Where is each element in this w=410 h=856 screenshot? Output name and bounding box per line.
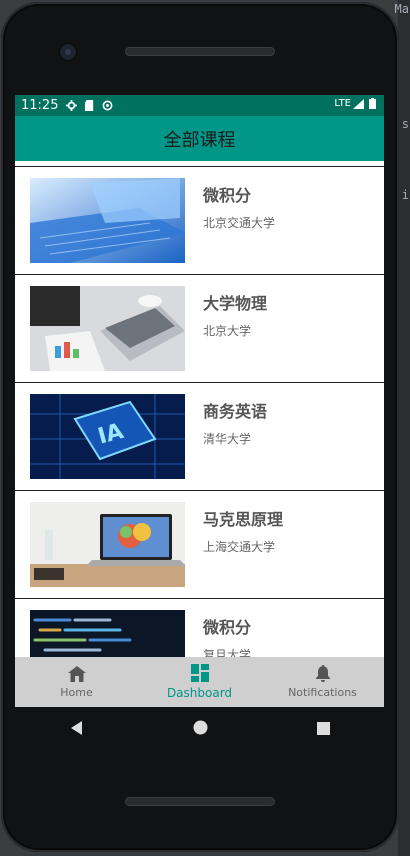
course-school: 上海交通大学 bbox=[203, 540, 276, 554]
bell-icon bbox=[315, 665, 330, 682]
bottom-navigation: Home Dashboard Notifications bbox=[15, 657, 384, 707]
course-school: 北京大学 bbox=[203, 324, 252, 338]
course-title: 微积分 bbox=[203, 618, 252, 637]
course-title: 微积分 bbox=[203, 186, 252, 205]
course-list[interactable]: 微积分 北京交通大学 大学物理 北京大学 IA 商务英语 清华大学 马克思原理 … bbox=[15, 161, 384, 657]
course-item[interactable]: 微积分 北京交通大学 bbox=[15, 166, 384, 274]
bottom-speaker bbox=[125, 797, 275, 806]
nav-home-label: Home bbox=[60, 685, 93, 699]
course-title: 马克思原理 bbox=[203, 510, 284, 529]
ide-fragment: s bbox=[401, 117, 409, 131]
course-school: 清华大学 bbox=[203, 432, 252, 446]
nav-notifications[interactable]: Notifications bbox=[261, 657, 384, 707]
recents-square-icon bbox=[316, 722, 330, 735]
status-time: 11:25 bbox=[21, 98, 59, 113]
course-item[interactable]: 微积分 复旦大学 bbox=[15, 598, 384, 657]
top-speaker bbox=[125, 47, 275, 56]
ide-fragment: Ma bbox=[394, 2, 409, 16]
front-camera bbox=[60, 44, 76, 60]
back-triangle-icon bbox=[70, 721, 82, 735]
ide-background: Ma s i bbox=[394, 0, 410, 856]
meeting-laptop-image bbox=[30, 286, 185, 371]
back-button[interactable] bbox=[70, 720, 84, 739]
course-school: 北京交通大学 bbox=[203, 216, 276, 230]
recents-button[interactable] bbox=[316, 720, 330, 739]
nav-notifications-label: Notifications bbox=[288, 686, 357, 699]
ai-chip-image: IA bbox=[30, 394, 185, 479]
desk-laptop-image bbox=[30, 502, 185, 587]
signal-icon bbox=[353, 98, 364, 109]
nav-dashboard-label: Dashboard bbox=[166, 686, 233, 700]
page-title: 全部课程 bbox=[163, 129, 236, 151]
app-bar: 全部课程 bbox=[15, 116, 384, 161]
status-bar: 11:25 LTE bbox=[15, 95, 384, 116]
home-circle-icon bbox=[193, 720, 207, 735]
nav-home[interactable]: Home bbox=[15, 657, 138, 707]
settings-icon bbox=[66, 100, 78, 111]
battery-icon bbox=[369, 98, 376, 109]
course-item[interactable]: IA 商务英语 清华大学 bbox=[15, 382, 384, 490]
dashboard-icon bbox=[190, 664, 209, 682]
ide-fragment: i bbox=[401, 188, 409, 202]
nav-dashboard[interactable]: Dashboard bbox=[138, 657, 261, 707]
course-school: 复旦大学 bbox=[203, 648, 252, 657]
sync-icon bbox=[103, 100, 113, 111]
course-item[interactable]: 马克思原理 上海交通大学 bbox=[15, 490, 384, 598]
laptop-blue-image bbox=[30, 178, 185, 263]
system-navigation-bar bbox=[15, 707, 384, 752]
course-item[interactable]: 大学物理 北京大学 bbox=[15, 274, 384, 382]
app-screen: 11:25 LTE 全部课程 微积分 北京交通大学 大学物理 北京大学 IA 商… bbox=[15, 95, 384, 707]
sd-card-icon bbox=[85, 100, 94, 111]
home-button[interactable] bbox=[193, 720, 208, 739]
course-title: 商务英语 bbox=[203, 402, 268, 421]
home-icon bbox=[67, 665, 86, 682]
network-type: LTE bbox=[334, 98, 351, 109]
course-title: 大学物理 bbox=[203, 294, 268, 313]
code-screen-image bbox=[30, 610, 185, 657]
